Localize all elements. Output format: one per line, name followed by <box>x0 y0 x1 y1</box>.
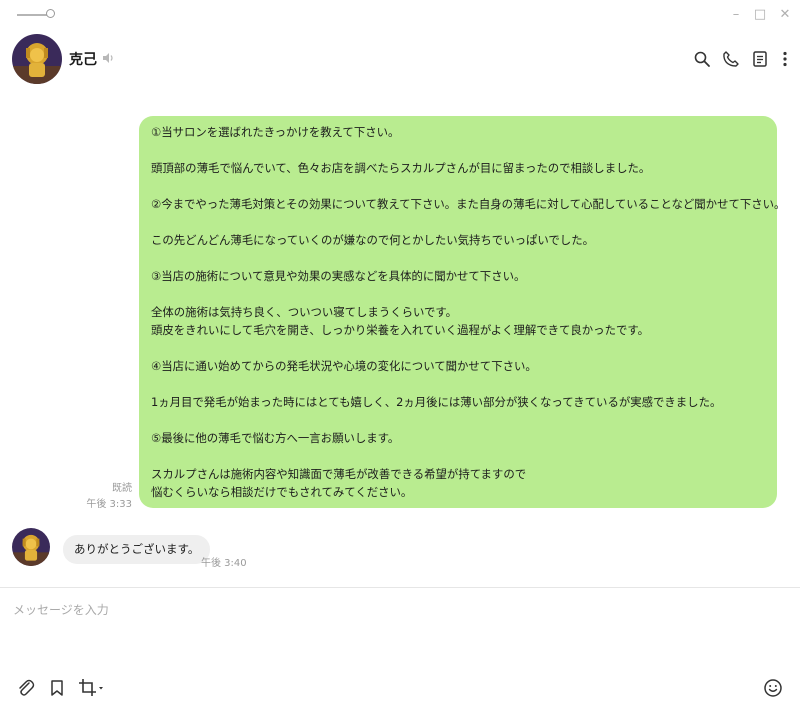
opacity-slider-handle[interactable] <box>46 9 55 18</box>
sent-message-line <box>151 285 767 303</box>
phone-icon[interactable] <box>722 50 740 68</box>
sent-message-line <box>151 249 767 267</box>
speaker-icon <box>103 53 113 63</box>
sent-message-line: 全体の施術は気持ち良く、ついつい寝てしまうくらいです。 <box>151 305 458 319</box>
search-icon[interactable] <box>693 50 711 68</box>
sent-message-line: 1ヵ月目で発毛が始まった時にはとても嬉しく、2ヵ月後には薄い部分が狭くなってきて… <box>151 395 722 409</box>
more-icon[interactable] <box>778 50 792 68</box>
sent-message-line <box>151 375 767 393</box>
sent-message-line: 頭皮をきれいにして毛穴を開き、しっかり栄養を入れていく過程がよく理解できて良かっ… <box>151 323 649 337</box>
sent-message-line: 悩むくらいなら相談だけでもされてみてください。 <box>151 485 413 499</box>
sent-message-line <box>151 411 767 429</box>
minimize-button[interactable]: – <box>728 7 744 23</box>
sent-message-line <box>151 177 767 195</box>
sent-message-line: ①当サロンを選ばれたきっかけを教えて下さい。 <box>151 125 400 139</box>
sent-message-bubble[interactable]: ①当サロンを選ばれたきっかけを教えて下さい。頭頂部の薄毛で悩んでいて、色々お店を… <box>139 116 786 508</box>
emoji-icon[interactable] <box>763 678 783 698</box>
sent-message-line: ②今までやった薄毛対策とその効果について教えて下さい。また自身の薄毛に対して心配… <box>151 197 786 211</box>
contact-avatar[interactable] <box>12 34 62 84</box>
sent-message-line: ③当店の施術について意見や効果の実感などを具体的に聞かせて下さい。 <box>151 269 526 283</box>
received-message-bubble[interactable]: ありがとうございます。 <box>63 535 211 564</box>
title-bar: – □ ✕ <box>0 0 800 30</box>
sent-message-line <box>151 447 767 465</box>
message-list[interactable]: ①当サロンを選ばれたきっかけを教えて下さい。頭頂部の薄毛で悩んでいて、色々お店を… <box>0 88 800 586</box>
sent-message-line <box>151 339 767 357</box>
close-button[interactable]: ✕ <box>777 7 793 23</box>
notes-icon[interactable] <box>751 50 769 68</box>
composer-divider <box>0 587 800 588</box>
sent-message-line: スカルプさんは施術内容や知識面で薄毛が改善できる希望が持てますので <box>151 467 527 481</box>
crop-icon[interactable] <box>78 678 106 698</box>
received-message-time: 午後 3:40 <box>201 558 247 569</box>
sent-message-line <box>151 213 767 231</box>
bookmark-icon[interactable] <box>47 678 67 698</box>
sent-message-time: 午後 3:33 <box>86 499 132 510</box>
maximize-button[interactable]: □ <box>752 7 768 23</box>
sent-message-line: 頭頂部の薄毛で悩んでいて、色々お店を調べたらスカルプさんが目に留まったので相談し… <box>151 161 651 175</box>
attachment-icon[interactable] <box>16 678 36 698</box>
message-input[interactable] <box>13 600 783 620</box>
sent-message-line: ⑤最後に他の薄毛で悩む方へ一言お願いします。 <box>151 431 400 445</box>
opacity-slider-track[interactable] <box>17 14 49 16</box>
sent-message-line: ④当店に通い始めてからの発毛状況や心境の変化について聞かせて下さい。 <box>151 359 537 373</box>
sent-message-line: この先どんどん薄毛になっていくのが嫌なので何とかしたい気持ちでいっぱいでした。 <box>151 233 594 247</box>
sender-avatar[interactable] <box>12 528 50 566</box>
sent-message-line <box>151 141 767 159</box>
chat-header: 克己 <box>0 32 800 88</box>
read-receipt: 既読 <box>112 483 132 494</box>
contact-name[interactable]: 克己 <box>69 49 97 69</box>
